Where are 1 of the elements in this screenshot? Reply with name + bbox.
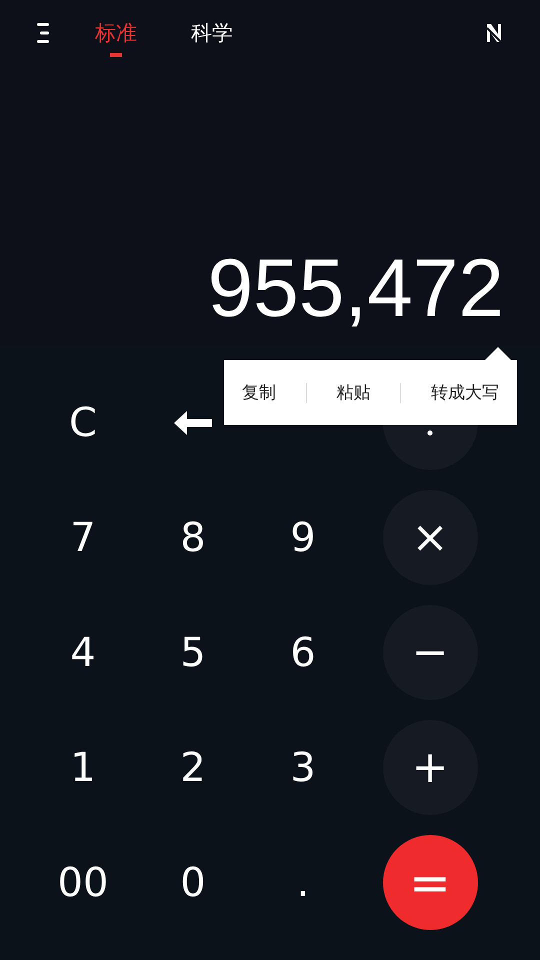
result-display: 955,472: [208, 248, 504, 336]
